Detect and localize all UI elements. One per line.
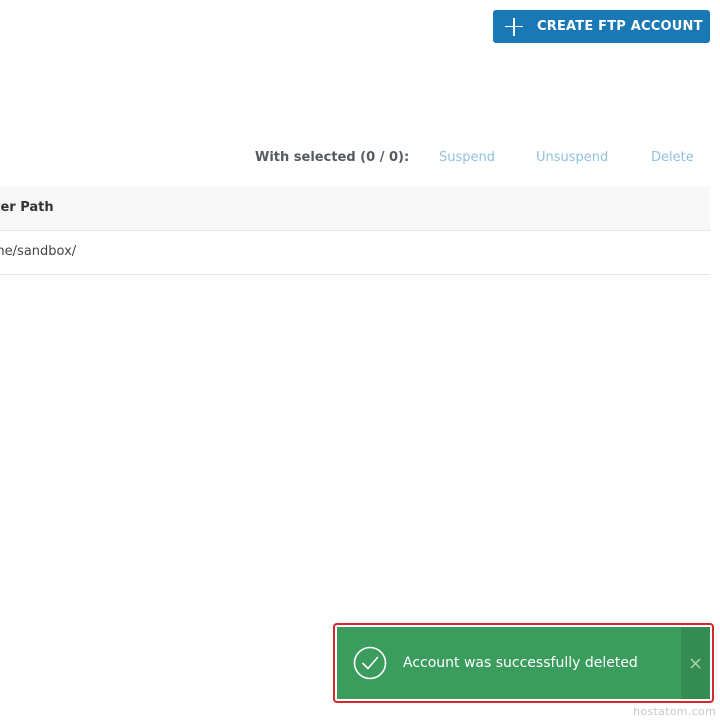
check-circle-icon — [353, 646, 387, 680]
server-path-cell: me/sandbox/ — [0, 244, 77, 259]
unsuspend-link[interactable]: Unsuspend — [536, 150, 608, 165]
watermark: hostatom.com — [633, 705, 716, 718]
bulk-actions-bar: With selected (0 / 0): Suspend Unsuspend… — [0, 150, 720, 168]
toast-message: Account was successfully deleted — [403, 655, 638, 671]
ftp-accounts-table: ver Path me/sandbox/ — [0, 186, 710, 275]
table-header: ver Path — [0, 186, 710, 231]
ftp-accounts-page: CREATE FTP ACCOUNT With selected (0 / 0)… — [0, 0, 720, 720]
close-icon — [690, 657, 701, 669]
column-header-server-path[interactable]: ver Path — [0, 200, 54, 215]
table-row: me/sandbox/ — [0, 231, 710, 275]
success-toast: Account was successfully deleted — [337, 627, 710, 699]
with-selected-label: With selected (0 / 0): — [255, 150, 410, 165]
suspend-link[interactable]: Suspend — [439, 150, 495, 165]
create-ftp-account-label: CREATE FTP ACCOUNT — [537, 19, 703, 34]
plus-icon — [505, 17, 523, 36]
create-ftp-account-button[interactable]: CREATE FTP ACCOUNT — [493, 10, 710, 43]
delete-link[interactable]: Delete — [651, 150, 694, 165]
toast-close-button[interactable] — [681, 627, 710, 699]
